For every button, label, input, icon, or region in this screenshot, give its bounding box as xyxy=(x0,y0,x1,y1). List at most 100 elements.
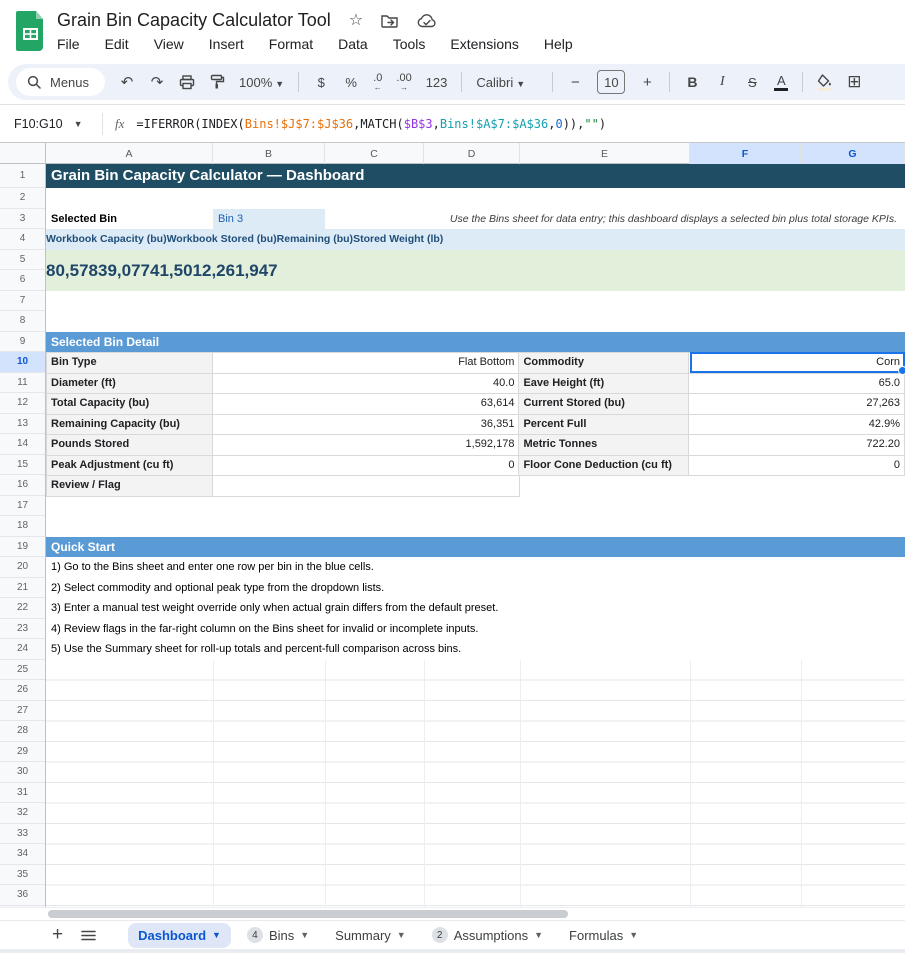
document-title[interactable]: Grain Bin Capacity Calculator Tool xyxy=(57,10,331,31)
number-format-button[interactable]: 123 xyxy=(426,75,448,90)
horizontal-scrollbar-thumb[interactable] xyxy=(48,910,568,918)
row-header[interactable]: 13 xyxy=(0,414,45,435)
kpi-header-cell[interactable]: Workbook Capacity (bu) xyxy=(46,229,167,250)
detail-label-cell[interactable]: Pounds Stored xyxy=(47,435,213,456)
cell-selected-bin-label[interactable]: Selected Bin xyxy=(51,209,117,230)
row-header[interactable]: 31 xyxy=(0,783,45,804)
detail-label-cell[interactable]: Remaining Capacity (bu) xyxy=(47,415,213,436)
row-header[interactable]: 20 xyxy=(0,557,45,578)
column-header[interactable]: F xyxy=(690,143,801,164)
detail-value-cell[interactable]: 722.20 xyxy=(689,435,905,456)
row-header[interactable]: 9 xyxy=(0,332,45,353)
detail-value-cell[interactable] xyxy=(213,476,520,497)
chevron-down-icon[interactable]: ▼ xyxy=(629,930,638,940)
add-sheet-button[interactable]: + xyxy=(52,924,63,946)
kpi-value-cell[interactable]: 2,261,947 xyxy=(202,250,278,291)
row-header[interactable]: 29 xyxy=(0,742,45,763)
sheet-tab[interactable]: 2 Assumptions ▼ xyxy=(422,923,553,948)
column-header[interactable]: D xyxy=(424,143,520,164)
row-header[interactable]: 28 xyxy=(0,721,45,742)
row-header[interactable]: 19 xyxy=(0,537,45,558)
menu-item[interactable]: Edit xyxy=(105,36,129,52)
chevron-down-icon[interactable]: ▼ xyxy=(397,930,406,940)
row-header[interactable]: 14 xyxy=(0,434,45,455)
detail-value-cell[interactable]: 27,263 xyxy=(689,394,905,415)
quick-start-step-cell[interactable]: 5) Use the Summary sheet for roll-up tot… xyxy=(46,639,905,660)
column-header[interactable]: E xyxy=(520,143,690,164)
move-folder-icon[interactable] xyxy=(381,14,399,28)
detail-label-cell[interactable]: Eave Height (ft) xyxy=(519,374,689,395)
quick-start-step-cell[interactable]: 2) Select commodity and optional peak ty… xyxy=(46,578,905,599)
menu-item[interactable]: Format xyxy=(269,36,313,52)
sheet-tab[interactable]: Dashboard ▼ xyxy=(128,923,231,948)
row-header[interactable]: 25 xyxy=(0,660,45,681)
detail-value-cell[interactable]: Corn xyxy=(689,353,905,374)
text-color-button[interactable]: A xyxy=(774,74,788,91)
detail-value-cell[interactable]: 40.0 xyxy=(213,374,520,395)
row-header[interactable]: 35 xyxy=(0,865,45,886)
row-header[interactable]: 33 xyxy=(0,824,45,845)
increase-decimal-button[interactable]: .00 → xyxy=(396,73,411,92)
print-button[interactable] xyxy=(179,75,195,90)
kpi-header-cell[interactable]: Remaining (bu) xyxy=(277,229,353,250)
undo-button[interactable]: ↶ xyxy=(119,75,135,90)
formula-input[interactable]: =IFERROR(INDEX(Bins!$J$7:$J$36,MATCH($B$… xyxy=(136,117,606,131)
cell-quick-start-banner[interactable]: Quick Start xyxy=(46,537,905,558)
row-header[interactable]: 2 xyxy=(0,188,45,209)
row-header[interactable]: 17 xyxy=(0,496,45,517)
cell-selected-bin-detail-banner[interactable]: Selected Bin Detail xyxy=(46,332,905,353)
strikethrough-button[interactable]: S xyxy=(744,75,760,90)
row-header[interactable]: 22 xyxy=(0,598,45,619)
kpi-value-cell[interactable]: 80,578 xyxy=(46,250,98,291)
decrease-font-size-button[interactable]: − xyxy=(567,75,583,90)
paint-format-button[interactable] xyxy=(209,74,225,90)
sheet-tab[interactable]: Summary ▼ xyxy=(325,923,416,948)
row-header[interactable]: 16 xyxy=(0,475,45,496)
row-header[interactable]: 26 xyxy=(0,680,45,701)
row-header[interactable]: 24 xyxy=(0,639,45,660)
sheet-tab[interactable]: 4 Bins ▼ xyxy=(237,923,319,948)
row-header[interactable]: 4 xyxy=(0,229,45,250)
detail-label-cell[interactable]: Bin Type xyxy=(47,353,213,374)
detail-value-cell[interactable]: 0 xyxy=(213,456,520,477)
borders-button[interactable]: ⊞ xyxy=(846,72,862,92)
chevron-down-icon[interactable]: ▼ xyxy=(212,930,221,940)
row-header[interactable]: 30 xyxy=(0,762,45,783)
row-header[interactable]: 18 xyxy=(0,516,45,537)
detail-label-cell[interactable]: Diameter (ft) xyxy=(47,374,213,395)
row-header[interactable]: 8 xyxy=(0,311,45,332)
detail-value-cell[interactable]: 65.0 xyxy=(689,374,905,395)
sheets-logo-icon[interactable] xyxy=(16,11,45,51)
detail-label-cell[interactable]: Commodity xyxy=(519,353,689,374)
star-icon[interactable]: ☆ xyxy=(349,13,363,29)
menu-item[interactable]: Extensions xyxy=(450,36,518,52)
cell-dashboard-note[interactable]: Use the Bins sheet for data entry; this … xyxy=(450,209,897,230)
italic-button[interactable]: I xyxy=(714,74,730,90)
cloud-saved-icon[interactable] xyxy=(417,14,437,28)
currency-format-button[interactable]: $ xyxy=(313,75,329,90)
row-header[interactable]: 21 xyxy=(0,578,45,599)
menu-item[interactable]: Insert xyxy=(209,36,244,52)
font-family-select[interactable]: Calibri▼ xyxy=(476,75,538,90)
redo-button[interactable]: ↷ xyxy=(149,75,165,90)
row-header[interactable]: 23 xyxy=(0,619,45,640)
column-header[interactable]: C xyxy=(325,143,424,164)
detail-value-cell[interactable]: 1,592,178 xyxy=(213,435,520,456)
row-header[interactable]: 15 xyxy=(0,455,45,476)
detail-label-cell[interactable]: Peak Adjustment (cu ft) xyxy=(47,456,213,477)
menu-item[interactable]: File xyxy=(57,36,80,52)
row-header[interactable]: 10 xyxy=(0,352,45,373)
row-header[interactable]: 11 xyxy=(0,373,45,394)
detail-value-cell[interactable]: Flat Bottom xyxy=(213,353,520,374)
all-sheets-menu-button[interactable] xyxy=(81,930,96,941)
quick-start-step-cell[interactable]: 1) Go to the Bins sheet and enter one ro… xyxy=(46,557,905,578)
quick-start-step-cell[interactable]: 3) Enter a manual test weight override o… xyxy=(46,598,905,619)
chevron-down-icon[interactable]: ▼ xyxy=(300,930,309,940)
kpi-value-cell[interactable]: 39,077 xyxy=(98,250,150,291)
row-header[interactable]: 34 xyxy=(0,844,45,865)
select-all-corner[interactable] xyxy=(0,143,46,163)
detail-value-cell[interactable]: 0 xyxy=(689,456,905,477)
bold-button[interactable]: B xyxy=(684,74,700,90)
kpi-header-cell[interactable]: Stored Weight (lb) xyxy=(353,229,443,250)
row-header[interactable]: 7 xyxy=(0,291,45,312)
